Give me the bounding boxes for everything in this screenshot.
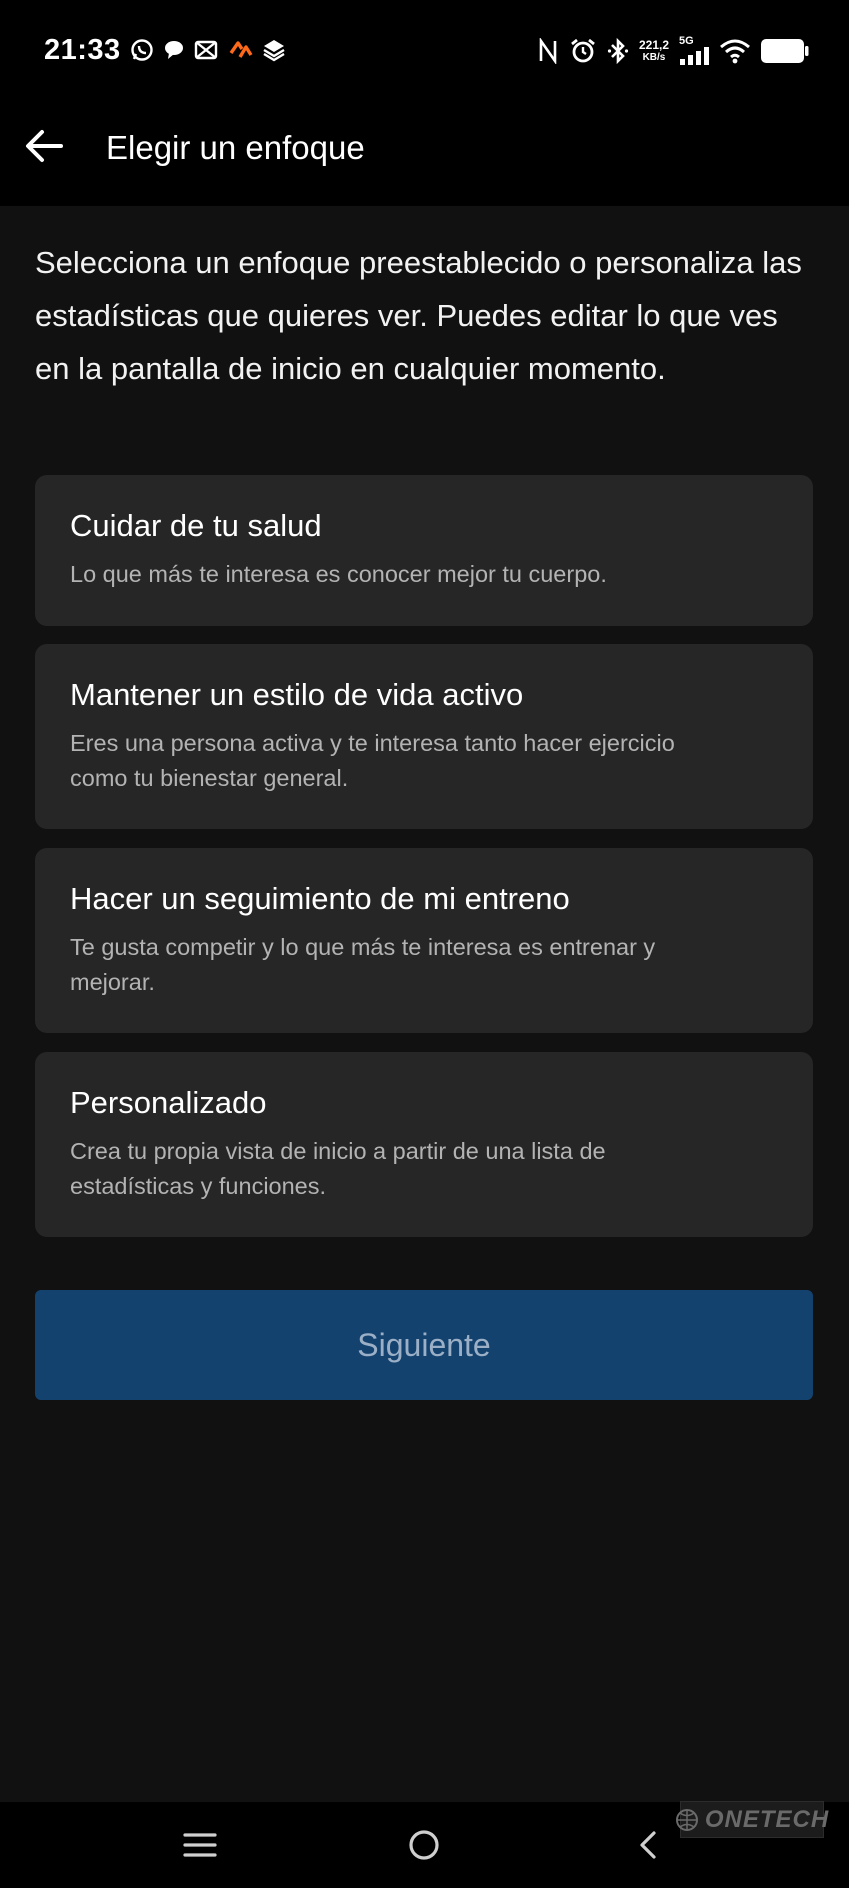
system-back-button[interactable]: [618, 1820, 678, 1870]
option-title: Personalizado: [70, 1085, 267, 1120]
next-button[interactable]: Siguiente: [35, 1290, 813, 1400]
menu-icon: [183, 1832, 217, 1858]
arrow-left-icon: [25, 129, 63, 163]
app-bar: Elegir un enfoque: [0, 104, 849, 206]
wifi-icon: [719, 38, 751, 64]
capcut-icon: [194, 39, 218, 61]
signal-indicator: 5G: [679, 36, 709, 65]
globe-icon: [675, 1808, 699, 1832]
notification-icons: [130, 38, 286, 62]
watermark-text: ONETECH: [704, 1805, 830, 1833]
option-title: Hacer un seguimiento de mi entreno: [70, 881, 570, 916]
option-card-custom[interactable]: Personalizado Crea tu propia vista de in…: [35, 1052, 813, 1237]
option-description: Crea tu propia vista de inicio a partir …: [70, 1138, 606, 1199]
alarm-icon: [569, 37, 597, 65]
option-description: Eres una persona activa y te interesa ta…: [70, 730, 675, 791]
nfc-icon: [537, 37, 559, 64]
back-chevron-icon: [636, 1829, 660, 1861]
signal-icon: [679, 47, 709, 65]
option-card-training[interactable]: Hacer un seguimiento de mi entreno Te gu…: [35, 848, 813, 1033]
network-speed-unit: KB/s: [642, 51, 666, 63]
option-title: Mantener un estilo de vida activo: [70, 677, 524, 712]
intro-text: Selecciona un enfoque preestablecido o p…: [35, 245, 802, 386]
watermark-logo: ONETECH: [675, 1801, 828, 1838]
battery-icon: [761, 38, 809, 64]
chat-bubble-icon: [163, 39, 185, 61]
status-time: 21:33: [44, 34, 121, 66]
strava-icon: [227, 39, 253, 61]
option-description: Lo que más te interesa es conocer mejor …: [70, 561, 607, 587]
main-content: Selecciona un enfoque preestablecido o p…: [0, 206, 849, 1802]
network-speed-value: 221,2: [638, 37, 669, 52]
app-stack-icon: [262, 38, 286, 62]
back-button[interactable]: [16, 118, 72, 174]
option-title: Cuidar de tu salud: [70, 508, 322, 543]
whatsapp-icon: [130, 38, 154, 62]
home-button[interactable]: [394, 1820, 454, 1870]
recent-apps-button[interactable]: [170, 1820, 230, 1870]
bluetooth-icon: [607, 37, 629, 65]
network-type: 5G: [679, 35, 694, 47]
system-icons: 221,2 KB/s 5G: [537, 36, 809, 65]
option-description: Te gusta competir y lo que más te intere…: [70, 934, 656, 995]
status-bar: 21:33 221,2 KB/s 5G: [0, 0, 849, 104]
option-card-health[interactable]: Cuidar de tu salud Lo que más te interes…: [35, 475, 813, 626]
network-speed: 221,2 KB/s: [638, 37, 669, 63]
option-card-active-lifestyle[interactable]: Mantener un estilo de vida activo Eres u…: [35, 644, 813, 829]
home-circle-icon: [408, 1829, 440, 1861]
page-title: Elegir un enfoque: [106, 129, 365, 166]
